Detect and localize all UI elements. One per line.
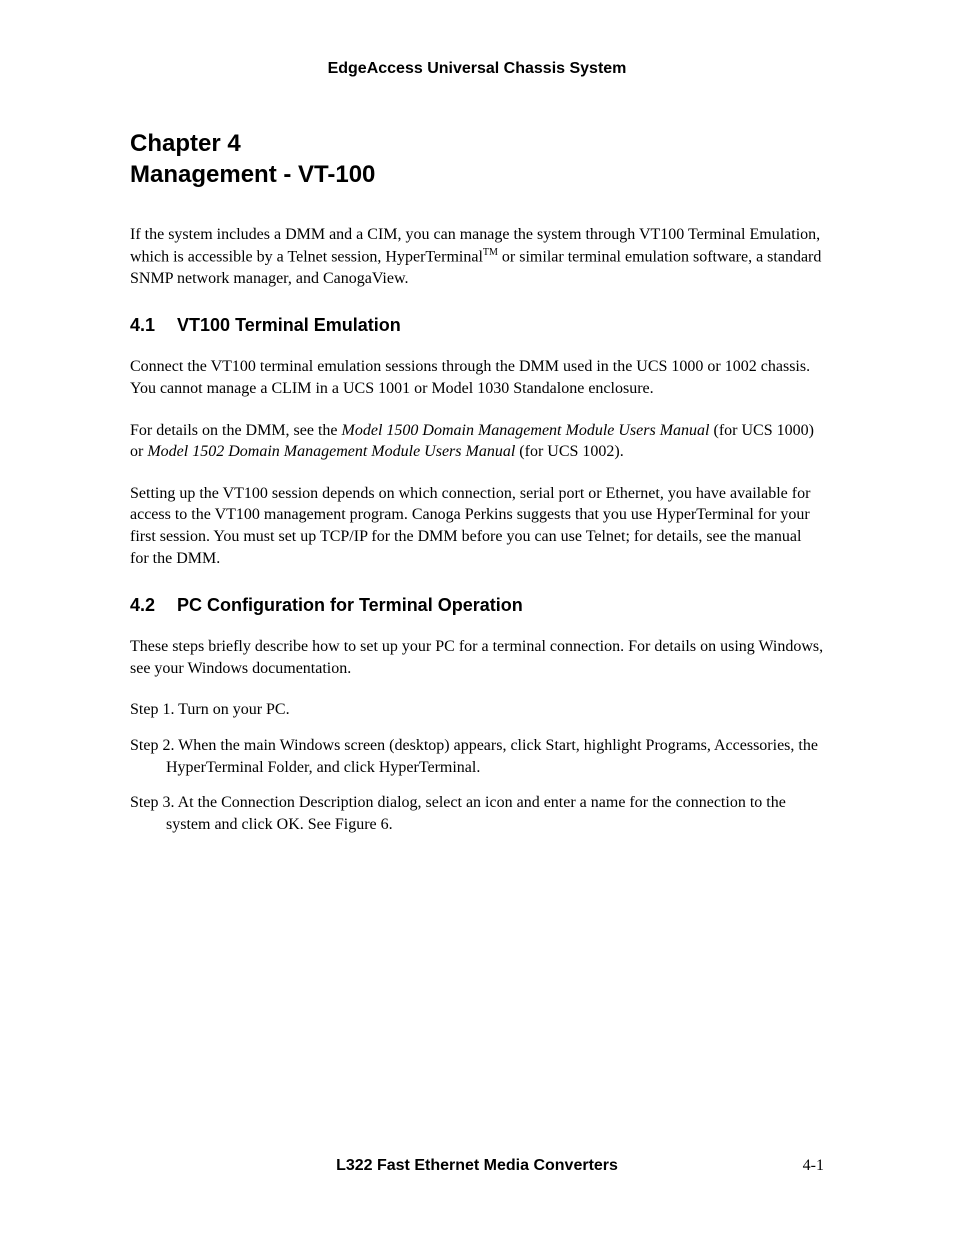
footer-title: L322 Fast Ethernet Media Converters [170,1157,784,1175]
page-header-title: EdgeAccess Universal Chassis System [130,60,824,78]
section-title-4-2: PC Configuration for Terminal Operation [177,595,523,615]
manual-ref-1502: Model 1502 Domain Management Module User… [147,443,515,460]
footer-page-number: 4-1 [784,1157,824,1175]
section-title-4-1: VT100 Terminal Emulation [177,315,401,335]
section-heading-4-1: 4.1 VT100 Terminal Emulation [130,315,824,336]
trademark-superscript: TM [483,247,498,258]
para2-text-c: (for UCS 1002). [515,443,623,460]
chapter-title: Chapter 4 Management - VT-100 [130,128,824,190]
section-4-1-para-3: Setting up the VT100 session depends on … [130,483,824,569]
page-footer: L322 Fast Ethernet Media Converters 4-1 [130,1157,824,1175]
manual-ref-1500: Model 1500 Domain Management Module User… [342,422,710,439]
section-number-4-1: 4.1 [130,315,155,336]
section-4-1-para-1: Connect the VT100 terminal emulation ses… [130,356,824,399]
chapter-number-line: Chapter 4 [130,130,241,157]
section-number-4-2: 4.2 [130,595,155,616]
step-2: Step 2. When the main Windows screen (de… [130,735,824,778]
step-1: Step 1. Turn on your PC. [130,699,824,721]
section-heading-4-2: 4.2 PC Configuration for Terminal Operati… [130,595,824,616]
step-3: Step 3. At the Connection Description di… [130,792,824,835]
section-4-1-para-2: For details on the DMM, see the Model 15… [130,420,824,463]
section-4-2-para-1: These steps briefly describe how to set … [130,636,824,679]
chapter-name-line: Management - VT-100 [130,161,375,188]
para2-text-a: For details on the DMM, see the [130,422,342,439]
intro-paragraph: If the system includes a DMM and a CIM, … [130,224,824,289]
